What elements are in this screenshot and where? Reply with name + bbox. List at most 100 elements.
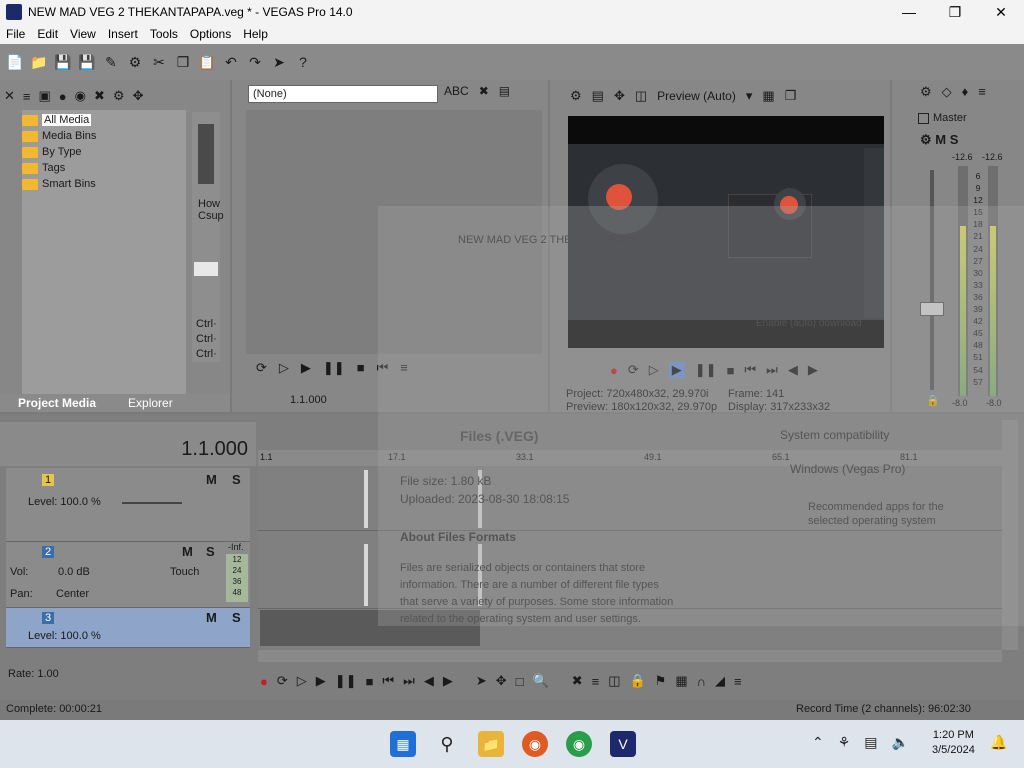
play-icon[interactable]: ▶ — [668, 362, 685, 378]
pointer-tool-icon[interactable]: ➤ — [270, 53, 288, 71]
horizontal-scrollbar[interactable] — [258, 650, 1002, 662]
track-header-1[interactable]: 1 M S Level: 100.0 % — [6, 468, 250, 542]
track-header-2[interactable]: 2 M S Vol: 0.0 dB Touch Pan: Center -Inf… — [6, 542, 250, 608]
close-button[interactable]: ✕ — [978, 0, 1024, 24]
mixer-properties-icon[interactable]: ≡ — [978, 84, 986, 104]
render-icon[interactable]: ✎ — [102, 53, 120, 71]
menu-file[interactable]: File — [0, 27, 31, 41]
preview-quality-dropdown[interactable]: Preview (Auto) — [657, 89, 736, 103]
lock-icon[interactable]: 🔒 — [629, 673, 645, 689]
open-folder-icon[interactable]: 📁 — [30, 53, 48, 71]
tree-item-by-type[interactable]: By Type — [22, 144, 186, 160]
snap-magnet-icon[interactable]: ∩ — [697, 674, 706, 689]
search-icon[interactable]: ⚲ — [434, 731, 460, 757]
go-start-icon[interactable]: ⏮ — [377, 360, 389, 380]
display-icon[interactable]: ▤ — [864, 734, 877, 751]
menu-options[interactable]: Options — [184, 27, 237, 41]
layout-icon[interactable]: ▤ — [499, 84, 510, 104]
grid-icon[interactable]: ▦ — [762, 88, 774, 104]
delete-icon[interactable]: ✖ — [479, 84, 489, 104]
zoom-tool-icon[interactable]: 🔍 — [533, 673, 549, 689]
play-icon[interactable]: ▶ — [316, 673, 326, 689]
external-monitor-icon[interactable]: ▤ — [592, 88, 604, 104]
cut-icon[interactable]: ✂ — [150, 53, 168, 71]
paste-icon[interactable]: 📋 — [198, 53, 216, 71]
selection-tool-icon[interactable]: □ — [516, 674, 524, 689]
master-fader-handle[interactable] — [920, 302, 944, 316]
pause-icon[interactable]: ❚❚ — [695, 362, 717, 378]
mute-button[interactable]: M — [206, 472, 217, 487]
envelope-tool-icon[interactable]: ✥ — [496, 673, 507, 689]
remove-icon[interactable]: ✖ — [94, 88, 105, 104]
play-from-start-icon[interactable]: ▷ — [649, 362, 659, 378]
trimmer-select[interactable]: (None) — [248, 85, 438, 103]
edit-tool-icon[interactable]: ➤ — [476, 673, 487, 689]
prev-frame-icon[interactable]: ◀ — [424, 673, 434, 689]
level-slider[interactable] — [122, 502, 182, 504]
play-from-start-icon[interactable]: ▷ — [297, 673, 307, 689]
marker-icon[interactable]: ⚑ — [655, 673, 667, 689]
move-icon[interactable]: ✥ — [133, 88, 144, 104]
dim-icon[interactable]: ♦ — [962, 84, 969, 104]
network-icon[interactable]: ⚘ — [838, 734, 851, 751]
master-mute-solo[interactable]: ⚙ M S — [920, 132, 958, 148]
video-event-track-3[interactable] — [260, 610, 480, 646]
lock-icon[interactable]: 🔒 — [926, 394, 940, 407]
region-icon[interactable]: ▦ — [675, 673, 687, 689]
loop-icon[interactable]: ⟳ — [256, 360, 267, 380]
mixer-gear-icon[interactable]: ⚙ — [920, 84, 932, 104]
media-fx-icon[interactable]: ⚙ — [113, 88, 125, 104]
volume-icon[interactable]: 🔈 — [892, 734, 909, 751]
downmix-icon[interactable]: ◇ — [942, 84, 952, 104]
web-icon[interactable]: ◉ — [75, 88, 86, 104]
stop-icon[interactable]: ■ — [357, 360, 365, 380]
menu-help[interactable]: Help — [237, 27, 274, 41]
split-icon[interactable]: ◫ — [608, 673, 620, 689]
abc-icon[interactable]: ABC — [444, 84, 469, 104]
file-explorer-icon[interactable]: 📁 — [478, 731, 504, 757]
menu-view[interactable]: View — [64, 27, 102, 41]
minimize-button[interactable]: — — [886, 0, 932, 24]
loop-icon[interactable]: ⟳ — [628, 362, 639, 378]
trim-icon[interactable]: ≡ — [592, 674, 600, 689]
preview-settings-gear-icon[interactable]: ⚙ — [570, 88, 582, 104]
stop-icon[interactable]: ■ — [727, 363, 735, 378]
auto-crossfade-icon[interactable]: ◢ — [715, 673, 725, 689]
properties-gear-icon[interactable]: ⚙ — [126, 53, 144, 71]
record-icon[interactable]: ● — [59, 89, 67, 104]
undo-icon[interactable]: ↶ — [222, 53, 240, 71]
help-icon[interactable]: ? — [294, 53, 312, 71]
close-panel-icon[interactable]: ✕ — [4, 88, 15, 104]
menu-edit[interactable]: Edit — [31, 27, 64, 41]
ripple-icon[interactable]: ≡ — [734, 674, 742, 689]
menu-tools[interactable]: Tools — [144, 27, 184, 41]
chrome-icon[interactable]: ◉ — [566, 731, 592, 757]
copy-snapshot-icon[interactable]: ❐ — [785, 88, 797, 104]
chevron-down-icon[interactable]: ▾ — [746, 88, 753, 104]
import-media-icon[interactable]: ≡ — [23, 89, 31, 104]
vegas-taskbar-icon[interactable]: V — [610, 731, 636, 757]
solo-button[interactable]: S — [206, 544, 215, 559]
mute-button[interactable]: M — [182, 544, 193, 559]
move-icon[interactable]: ✥ — [614, 88, 625, 104]
prev-frame-icon[interactable]: ◀ — [788, 362, 798, 378]
tree-item-media-bins[interactable]: Media Bins — [22, 128, 186, 144]
redo-icon[interactable]: ↷ — [246, 53, 264, 71]
split-screen-icon[interactable]: ◫ — [635, 88, 647, 104]
notification-bell-icon[interactable]: 🔔 — [990, 734, 1007, 751]
chevron-up-icon[interactable]: ⌃ — [812, 734, 824, 751]
pause-icon[interactable]: ❚❚ — [335, 673, 357, 689]
loop-icon[interactable]: ⟳ — [277, 673, 288, 689]
pause-icon[interactable]: ❚❚ — [323, 360, 345, 380]
next-frame-icon[interactable]: ▶ — [443, 673, 453, 689]
go-end-icon[interactable]: ⏭ — [766, 362, 778, 378]
go-start-icon[interactable]: ⏮ — [382, 673, 394, 689]
save-as-icon[interactable]: 💾 — [78, 53, 96, 71]
maximize-button[interactable]: ❐ — [932, 0, 978, 24]
copy-icon[interactable]: ❐ — [174, 53, 192, 71]
stop-icon[interactable]: ■ — [366, 674, 374, 689]
record-icon[interactable]: ● — [610, 363, 618, 378]
go-end-icon[interactable]: ⏭ — [403, 673, 415, 689]
mute-button[interactable]: M — [206, 610, 217, 625]
tree-item-all-media[interactable]: All Media — [22, 112, 186, 128]
